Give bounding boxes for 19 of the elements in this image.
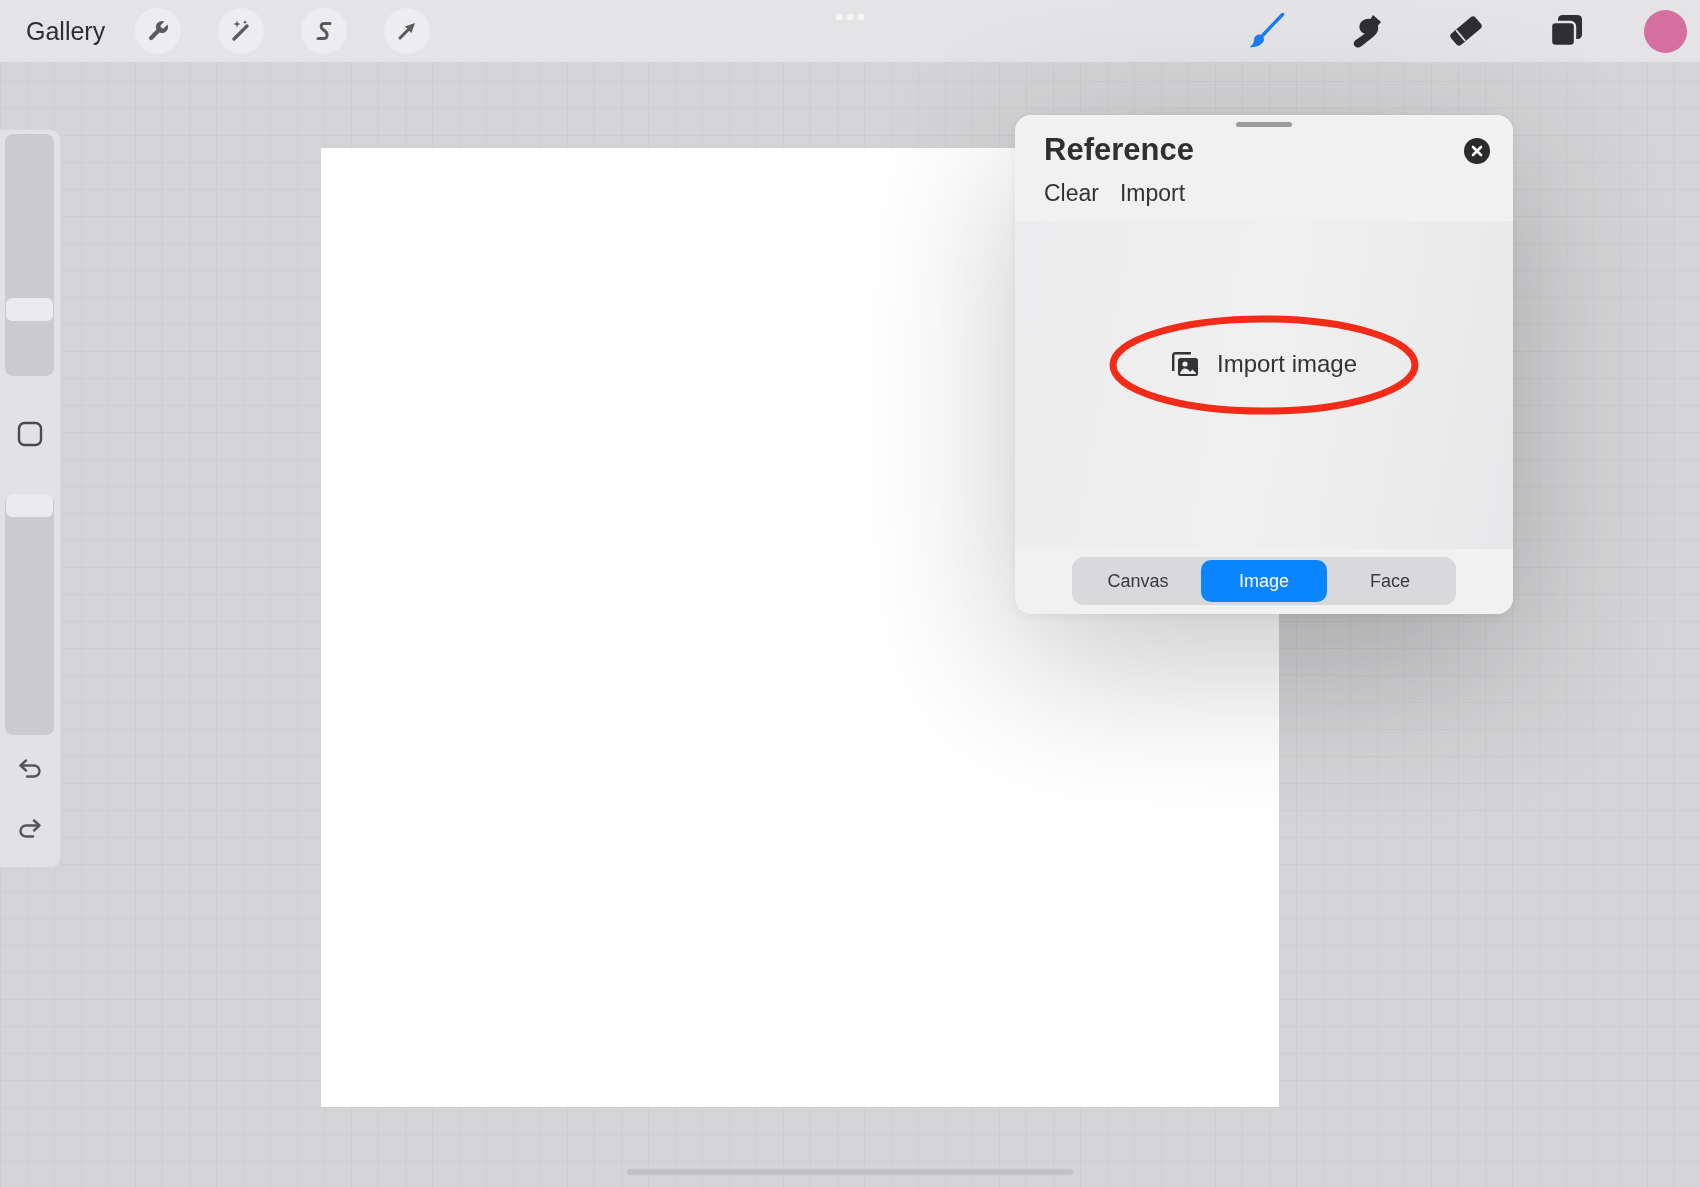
slider-track[interactable]	[5, 494, 54, 735]
close-icon[interactable]	[1464, 138, 1490, 164]
gallery-button[interactable]: Gallery	[26, 16, 106, 46]
magic-wand-icon[interactable]	[218, 8, 265, 54]
panel-title: Reference	[1044, 132, 1194, 168]
image-icon	[1170, 350, 1199, 377]
square-icon[interactable]	[16, 421, 43, 447]
segment-tab[interactable]: Face	[1327, 560, 1453, 602]
drag-handle[interactable]	[1236, 122, 1292, 127]
color-swatch-icon[interactable]	[1644, 9, 1687, 53]
slider-thumb[interactable]	[6, 298, 53, 322]
import-link[interactable]: Import	[1119, 179, 1186, 207]
slider-track[interactable]	[5, 134, 54, 376]
segment-tab[interactable]: Canvas	[1075, 560, 1201, 602]
segment-tab[interactable]: Image	[1201, 560, 1327, 602]
slider-thumb[interactable]	[6, 494, 53, 517]
clear-link[interactable]: Clear	[1044, 179, 1099, 207]
s-curve-icon[interactable]	[301, 8, 348, 54]
wrench-icon[interactable]	[135, 8, 182, 54]
